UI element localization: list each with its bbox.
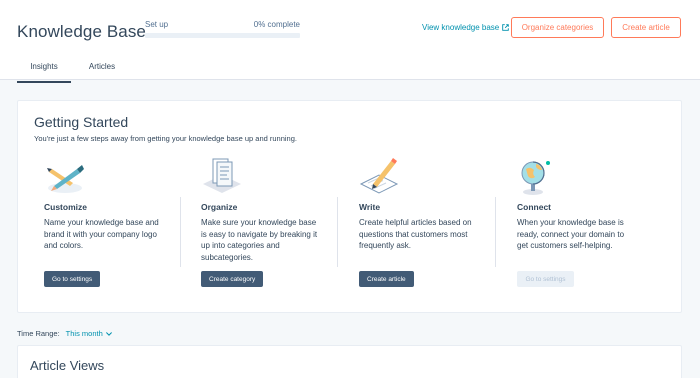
setup-label: Set up <box>145 20 169 29</box>
step-description-write: Create helpful articles based on questio… <box>359 218 472 250</box>
step-connect: Connect When your knowledge base is read… <box>517 156 662 296</box>
setup-progress-text: 0% complete <box>253 20 300 29</box>
create-article-button[interactable]: Create article <box>611 17 681 38</box>
time-range-label: Time Range: <box>17 329 60 338</box>
getting-started-card: Getting Started You're just a few steps … <box>17 100 682 313</box>
go-to-settings-button[interactable]: Go to settings <box>44 271 101 287</box>
step-description-connect: When your knowledge base is ready, conne… <box>517 218 625 250</box>
step-write: Write Create helpful articles based on q… <box>359 156 504 296</box>
getting-started-title: Getting Started <box>34 114 129 130</box>
pencil-paper-icon <box>359 158 399 194</box>
step-divider <box>180 197 181 267</box>
brush-pencil-icon <box>47 165 84 193</box>
step-description-organize: Make sure your knowledge base is easy to… <box>201 218 318 262</box>
step-customize: Customize Name your knowledge base and b… <box>44 156 189 296</box>
step-description-customize: Name your knowledge base and brand it wi… <box>44 218 159 250</box>
globe-icon <box>521 161 550 195</box>
step-divider <box>495 197 496 267</box>
step-heading-customize: Customize <box>44 202 87 212</box>
create-category-button[interactable]: Create category <box>201 271 264 287</box>
document-stack-icon <box>203 158 241 193</box>
tab-bar: Insights Articles <box>17 54 131 83</box>
step-heading-write: Write <box>359 202 381 212</box>
article-views-card: Article Views <box>17 345 682 378</box>
chevron-down-icon <box>105 331 112 336</box>
go-to-settings-disabled-button[interactable]: Go to settings <box>517 271 574 287</box>
getting-started-subtitle: You're just a few steps away from gettin… <box>34 134 297 143</box>
step-heading-connect: Connect <box>517 202 551 212</box>
step-heading-organize: Organize <box>201 202 238 212</box>
step-divider <box>337 197 338 267</box>
tab-articles[interactable]: Articles <box>73 54 131 83</box>
create-article-step-button[interactable]: Create article <box>359 271 414 287</box>
organize-categories-button[interactable]: Organize categories <box>511 17 604 38</box>
view-knowledge-base-link[interactable]: View knowledge base <box>422 23 510 32</box>
tab-insights[interactable]: Insights <box>17 54 71 83</box>
time-range-value: This month <box>65 329 103 338</box>
external-link-icon <box>502 24 510 31</box>
setup-progress: Set up 0% complete <box>145 20 300 38</box>
time-range-dropdown[interactable]: This month <box>66 329 112 338</box>
page-header: Knowledge Base Set up 0% complete View k… <box>0 0 700 83</box>
setup-progress-bar <box>145 33 300 38</box>
article-views-title: Article Views <box>30 358 105 373</box>
time-range-filter: Time Range: This month <box>17 329 112 338</box>
step-organize: Organize Make sure your knowledge base i… <box>201 156 346 296</box>
view-knowledge-base-label: View knowledge base <box>422 23 500 32</box>
page-title: Knowledge Base <box>17 22 146 41</box>
